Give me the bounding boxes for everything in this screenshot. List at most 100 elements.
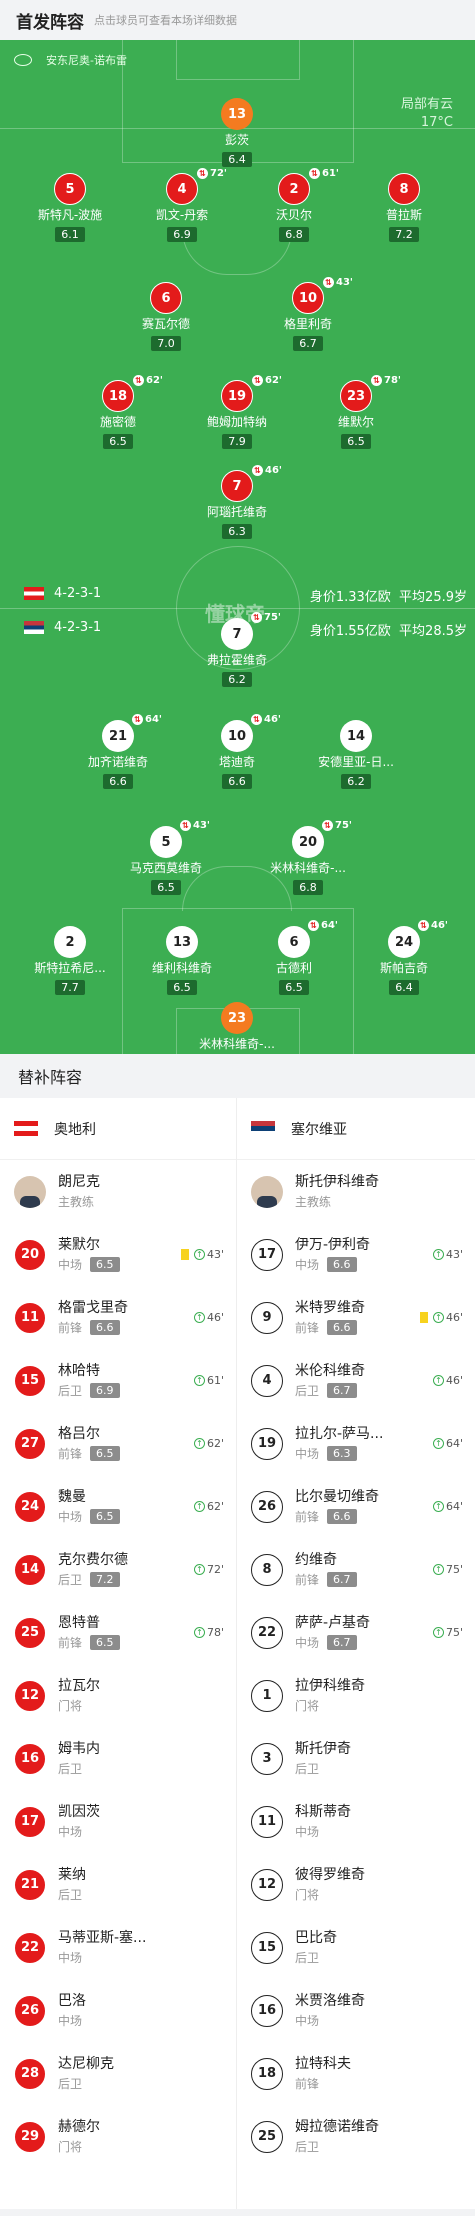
- home-player[interactable]: 23 ⇅ 78' 维默尔 6.5: [286, 375, 426, 449]
- bench-player-row[interactable]: 26 比尔曼切维奇 前锋 6.6 ↑ 64': [237, 1475, 475, 1538]
- player-number: 17: [14, 1805, 46, 1838]
- home-player[interactable]: 10 ⇅ 43' 格里利奇 6.7: [238, 277, 378, 351]
- position-text: 后卫: [58, 1761, 83, 1776]
- away-player[interactable]: 7 ⇅ 75' 弗拉霍维奇 6.2: [167, 612, 307, 687]
- position-text: 门将: [295, 1698, 320, 1713]
- yellow-card-icon: [419, 1312, 428, 1323]
- player-info: 姆韦内 后卫: [58, 1739, 100, 1779]
- away-player[interactable]: 5 ⇅ 43' 马克西莫维奇 6.5: [96, 820, 236, 895]
- sub-in-icon: ↑: [432, 1564, 444, 1575]
- player-number: 23: [221, 1002, 253, 1034]
- bench-home-team: 奥地利: [0, 1098, 236, 1160]
- player-position: 门将: [58, 1696, 100, 1716]
- bench-player-row[interactable]: 26 巴洛 中场: [0, 1979, 236, 2042]
- bench-player-row[interactable]: 4 米伦科维奇 后卫 6.7 ↑ 46': [237, 1349, 475, 1412]
- bench-player-row[interactable]: 29 赫德尔 门将: [0, 2105, 236, 2168]
- home-value: 身价1.33亿欧 平均25.9岁: [310, 586, 467, 605]
- sub-event: ↑ 64': [432, 1437, 463, 1450]
- player-number: 28: [14, 2057, 46, 2090]
- player-info: 莱默尔 中场 6.5: [58, 1235, 120, 1275]
- sub-event: ↑ 62': [193, 1437, 224, 1450]
- player-rating: 6.3: [222, 524, 252, 539]
- bench-player-row[interactable]: 15 林哈特 后卫 6.9 ↑ 61': [0, 1349, 236, 1412]
- coach-info: 斯托伊科维奇 主教练: [295, 1172, 379, 1212]
- bench-player-row[interactable]: 12 拉瓦尔 门将: [0, 1664, 236, 1727]
- position-text: 后卫: [295, 2139, 320, 2154]
- bench-player-row[interactable]: 25 恩特普 前锋 6.5 ↑ 78': [0, 1601, 236, 1664]
- home-player[interactable]: 8 普拉斯 7.2: [334, 173, 474, 242]
- player-number: 8: [251, 1553, 283, 1586]
- bench-player-row[interactable]: 1 拉伊科维奇 门将: [237, 1664, 475, 1727]
- bench-player-row[interactable]: 27 格吕尔 前锋 6.5 ↑ 62': [0, 1412, 236, 1475]
- bench-player-row[interactable]: 22 萨萨-卢基奇 中场 6.7 ↑ 75': [237, 1601, 475, 1664]
- bench-player-row[interactable]: 16 姆韦内 后卫: [0, 1727, 236, 1790]
- player-number: 2: [54, 926, 86, 958]
- player-rating: 6.8: [279, 227, 309, 242]
- position-text: 中场: [295, 2013, 320, 2028]
- player-info: 林哈特 后卫 6.9: [58, 1361, 120, 1401]
- bench-player-row[interactable]: 9 米特罗维奇 前锋 6.6 ↑ 46': [237, 1286, 475, 1349]
- serbia-flag-icon: [24, 621, 44, 634]
- home-player[interactable]: 7 ⇅ 46' 阿瑙托维奇 6.3: [167, 465, 307, 539]
- player-position: 后卫: [295, 2137, 379, 2157]
- away-player[interactable]: 20 ⇅ 75' 米林科维奇-... 6.8: [238, 820, 378, 895]
- player-position: 门将: [58, 2137, 100, 2157]
- bench-player-row[interactable]: 18 拉特科夫 前锋: [237, 2042, 475, 2105]
- bench-player-row[interactable]: 8 约维奇 前锋 6.7 ↑ 75': [237, 1538, 475, 1601]
- bench-player-row[interactable]: 25 姆拉德诺维奇 后卫: [237, 2105, 475, 2168]
- position-text: 前锋: [58, 1446, 83, 1461]
- bench-player-row[interactable]: 17 伊万-伊利奇 中场 6.6 ↑ 43': [237, 1223, 475, 1286]
- player-info: 魏曼 中场 6.5: [58, 1487, 120, 1527]
- coach-role: 主教练: [58, 1194, 95, 1209]
- bench-player-row[interactable]: 21 莱纳 后卫: [0, 1853, 236, 1916]
- coach-row[interactable]: 斯托伊科维奇 主教练: [237, 1160, 475, 1223]
- player-number: 14: [340, 720, 372, 752]
- bench-player-row[interactable]: 19 拉扎尔-萨马... 中场 6.3 ↑ 64': [237, 1412, 475, 1475]
- coach-name: 朗尼克: [58, 1173, 100, 1190]
- player-info: 伊万-伊利奇 中场 6.6: [295, 1235, 370, 1275]
- bench-player-row[interactable]: 14 克尔费尔德 后卫 7.2 ↑ 72': [0, 1538, 236, 1601]
- bench-player-row[interactable]: 24 魏曼 中场 6.5 ↑ 62': [0, 1475, 236, 1538]
- bench-player-row[interactable]: 11 科斯蒂奇 中场: [237, 1790, 475, 1853]
- player-info: 格雷戈里奇 前锋 6.6: [58, 1298, 128, 1338]
- position-text: 中场: [58, 2013, 83, 2028]
- away-player[interactable]: 14 安德里亚-日... 6.2: [286, 720, 426, 789]
- bench-player-row[interactable]: 3 斯托伊奇 后卫: [237, 1727, 475, 1790]
- sub-minute: 43': [206, 1248, 224, 1261]
- sub-badge: ⇅ 62': [252, 375, 282, 386]
- sub-in-icon: ↑: [193, 1627, 205, 1638]
- player-number: 9: [251, 1301, 283, 1334]
- player-position: 后卫 6.9: [58, 1381, 120, 1401]
- home-player[interactable]: 6 赛瓦尔德 7.0: [96, 282, 236, 351]
- away-player[interactable]: 24 ⇅ 46' 斯帕吉奇 6.4: [334, 920, 474, 995]
- player-name: 拉扎尔-萨马...: [295, 1425, 384, 1442]
- bench-player-row[interactable]: 15 巴比奇 后卫: [237, 1916, 475, 1979]
- sub-minute: 46': [265, 465, 282, 476]
- player-info: 科斯蒂奇 中场: [295, 1802, 351, 1842]
- player-rating: 6.4: [222, 152, 252, 167]
- player-number: 21: [14, 1868, 46, 1901]
- bench-player-row[interactable]: 11 格雷戈里奇 前锋 6.6 ↑ 46': [0, 1286, 236, 1349]
- player-number: 26: [251, 1490, 283, 1523]
- away-player[interactable]: 23米林科维奇-...6.4: [167, 1002, 307, 1054]
- player-position: 中场 6.3: [295, 1444, 383, 1464]
- player-position: 中场: [58, 2011, 86, 2031]
- bench-player-row[interactable]: 28 达尼柳克 后卫: [0, 2042, 236, 2105]
- player-name: 普拉斯: [385, 208, 422, 222]
- bench-player-row[interactable]: 20 莱默尔 中场 6.5 ↑ 43': [0, 1223, 236, 1286]
- bench-player-row[interactable]: 22 马蒂亚斯-塞... 中场: [0, 1916, 236, 1979]
- player-name: 拉瓦尔: [58, 1677, 100, 1694]
- bench-player-row[interactable]: 17 凯因茨 中场: [0, 1790, 236, 1853]
- position-text: 后卫: [58, 1887, 83, 1902]
- home-player[interactable]: 13 彭茨 6.4: [167, 98, 307, 167]
- bench-player-row[interactable]: 12 彼得罗维奇 门将: [237, 1853, 475, 1916]
- coach-row[interactable]: 朗尼克 主教练: [0, 1160, 236, 1223]
- sub-in-icon: ↑: [193, 1375, 205, 1386]
- player-name: 米林科维奇-...: [270, 861, 346, 875]
- bench-player-row[interactable]: 16 米贾洛维奇 中场: [237, 1979, 475, 2042]
- sub-minute: 62': [265, 375, 282, 386]
- player-position: 中场 6.6: [295, 1255, 370, 1275]
- player-rating: 6.5: [90, 1257, 120, 1272]
- sub-minute: 62': [146, 375, 163, 386]
- player-name: 米特罗维奇: [295, 1299, 365, 1316]
